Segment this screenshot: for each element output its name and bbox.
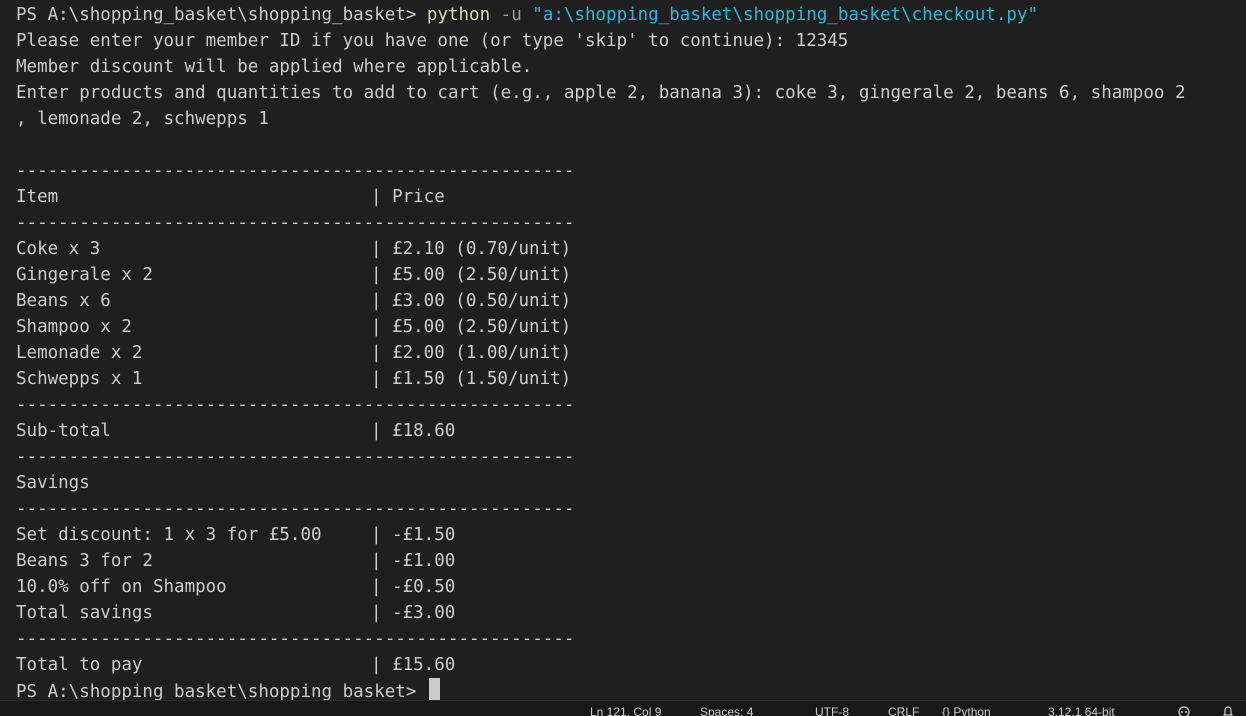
subtotal-row-divider: | (371, 421, 393, 441)
item-row-label: Schwepps x 1 (16, 369, 143, 389)
item-row-label: Lemonade x 2 (16, 343, 143, 363)
item-row: Beans x 6 | £3.00 (0.50/unit) (16, 288, 571, 314)
command-flag: -u (490, 5, 533, 25)
item-row-divider: | (371, 369, 393, 389)
separator-line: ----------------------------------------… (16, 210, 574, 236)
discount-message: Member discount will be applied where ap… (16, 57, 533, 77)
savings-row-value: -£3.00 (392, 603, 456, 623)
total-row: Total to pay | £15.60 (16, 652, 455, 678)
savings-row-value: -£1.00 (392, 551, 456, 571)
separator-line: ----------------------------------------… (16, 496, 574, 522)
subtotal-row-label: Sub-total (16, 421, 111, 441)
terminal-panel[interactable]: PS A:\shopping_basket\shopping_basket> p… (0, 0, 1246, 700)
savings-row: Beans 3 for 2 | -£1.00 (16, 548, 455, 574)
savings-row: Set discount: 1 x 3 for £5.00 | -£1.50 (16, 522, 455, 548)
savings-title-text: Savings (16, 473, 90, 493)
savings-row-divider: | (371, 603, 393, 623)
separator-text: ----------------------------------------… (16, 213, 575, 233)
header-row-label: Item (16, 187, 59, 207)
member-prompt: Please enter your member ID if you have … (16, 31, 849, 51)
separator-line: ----------------------------------------… (16, 392, 574, 418)
item-row-value: £3.00 (0.50/unit) (392, 291, 572, 311)
item-row: Gingerale x 2 | £5.00 (2.50/unit) (16, 262, 571, 288)
separator-line: ----------------------------------------… (16, 158, 574, 184)
header-row-divider: | (371, 187, 393, 207)
item-row-value: £1.50 (1.50/unit) (392, 369, 572, 389)
terminal-cursor (428, 678, 440, 700)
separator-text: ----------------------------------------… (16, 395, 575, 415)
savings-row-label: 10.0% off on Shampoo (16, 577, 227, 597)
total-row-divider: | (371, 655, 393, 675)
final-prompt: PS A:\shopping_basket\shopping_basket> (16, 682, 427, 700)
item-row-value: £2.10 (0.70/unit) (392, 239, 572, 259)
item-row: Schwepps x 1 | £1.50 (1.50/unit) (16, 366, 571, 392)
total-row-value: £15.60 (392, 655, 456, 675)
savings-row-divider: | (371, 551, 393, 571)
separator-line: ----------------------------------------… (16, 444, 574, 470)
file-encoding[interactable]: UTF-8 (815, 705, 849, 716)
savings-row-divider: | (371, 577, 393, 597)
item-row-value: £2.00 (1.00/unit) (392, 343, 572, 363)
item-row-divider: | (371, 317, 393, 337)
item-row: Coke x 3 | £2.10 (0.70/unit) (16, 236, 571, 262)
savings-title: Savings (16, 470, 90, 496)
command-script-path: "a:\shopping_basket\shopping_basket\chec… (532, 5, 1039, 25)
total-row-label: Total to pay (16, 655, 143, 675)
separator-text: ----------------------------------------… (16, 499, 575, 519)
subtotal-row-value: £18.60 (392, 421, 456, 441)
separator-text: ----------------------------------------… (16, 629, 575, 649)
item-row-value: £5.00 (2.50/unit) (392, 265, 572, 285)
item-row-label: Coke x 3 (16, 239, 101, 259)
separator-text: ----------------------------------------… (16, 161, 575, 181)
status-bar: Ln 121, Col 9 Spaces: 4 UTF-8 CRLF {} Py… (0, 700, 1246, 716)
separator-line: ----------------------------------------… (16, 626, 574, 652)
savings-row-label: Set discount: 1 x 3 for £5.00 (16, 525, 322, 545)
command-program: python (426, 5, 491, 25)
item-row: Shampoo x 2 | £5.00 (2.50/unit) (16, 314, 571, 340)
item-row-divider: | (371, 343, 393, 363)
item-row: Lemonade x 2 | £2.00 (1.00/unit) (16, 340, 571, 366)
indentation-spaces[interactable]: Spaces: 4 (700, 705, 753, 716)
separator-text: ----------------------------------------… (16, 447, 575, 467)
savings-row: Total savings | -£3.00 (16, 600, 455, 626)
header-row-value: Price (392, 187, 445, 207)
end-of-line[interactable]: CRLF (888, 705, 919, 716)
cursor-position[interactable]: Ln 121, Col 9 (590, 705, 661, 716)
savings-row-value: -£1.50 (392, 525, 456, 545)
item-row-value: £5.00 (2.50/unit) (392, 317, 572, 337)
item-row-divider: | (371, 291, 393, 311)
products-prompt: Enter products and quantities to add to … (16, 83, 1186, 103)
final-prompt-line[interactable]: PS A:\shopping_basket\shopping_basket> (16, 678, 440, 700)
item-row-divider: | (371, 265, 393, 285)
savings-row: 10.0% off on Shampoo | -£0.50 (16, 574, 455, 600)
savings-row-label: Total savings (16, 603, 153, 623)
subtotal-row: Sub-total | £18.60 (16, 418, 455, 444)
language-mode[interactable]: {} Python (942, 705, 991, 716)
savings-row-divider: | (371, 525, 393, 545)
command-line: PS A:\shopping_basket\shopping_basket> p… (16, 2, 1038, 28)
braces-icon: {} (942, 705, 951, 716)
savings-row-label: Beans 3 for 2 (16, 551, 153, 571)
item-row-divider: | (371, 239, 393, 259)
savings-row-value: -£0.50 (392, 577, 456, 597)
products-prompt-continued: , lemonade 2, schwepps 1 (16, 109, 269, 129)
item-row-label: Gingerale x 2 (16, 265, 153, 285)
command-prompt: PS A:\shopping_basket\shopping_basket> (16, 5, 427, 25)
item-row-label: Shampoo x 2 (16, 317, 132, 337)
header-row: Item | Price (16, 184, 445, 210)
python-interpreter[interactable]: 3.12.1 64-bit (1048, 705, 1115, 716)
item-row-label: Beans x 6 (16, 291, 111, 311)
language-mode-label: Python (953, 705, 991, 716)
